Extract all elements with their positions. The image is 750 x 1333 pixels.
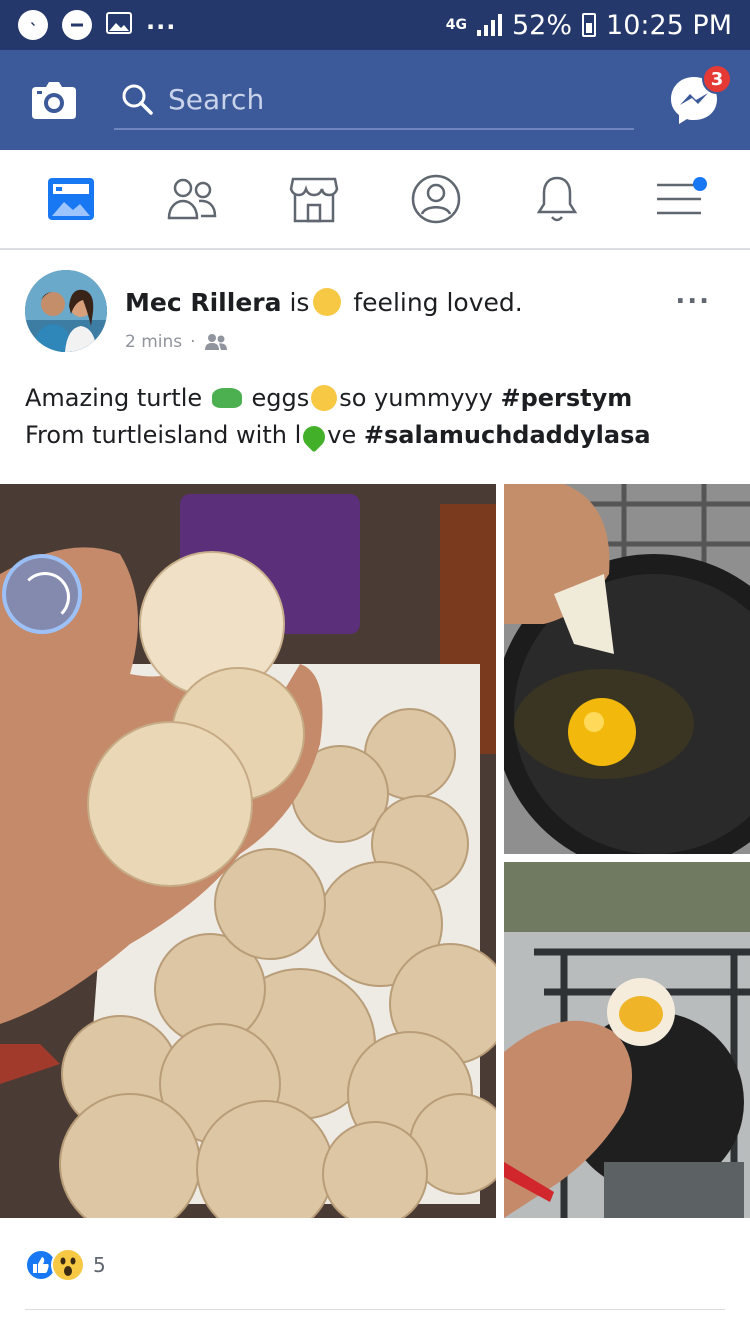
hashtag-link[interactable]: #perstym [500,384,632,412]
feeling-loved-emoji-icon [313,288,342,316]
tab-marketplace[interactable] [284,169,344,229]
caption-text: Amazing turtle [25,384,203,412]
hashtag-link[interactable]: #salamuchdaddylasa [364,421,651,449]
caption-text: so yummyyy [339,384,493,412]
author-verb: is [289,288,310,317]
gallery-notification-icon [106,12,132,38]
post-time[interactable]: 2 mins [125,332,182,352]
search-bar[interactable]: Search [114,70,634,130]
photo-grid [0,484,750,1218]
meta-separator: · [190,332,196,352]
caption-text: From turtleisland with l [25,421,302,449]
messenger-notification-icon [18,10,48,40]
messenger-button[interactable]: 3 [668,64,732,126]
photo-egg-frying[interactable] [504,484,750,854]
tab-menu[interactable] [649,169,709,229]
post-header: Mec Rillera is feeling loved. 2 mins · .… [25,270,725,360]
search-placeholder: Search [168,82,265,116]
tab-profile[interactable] [406,169,466,229]
turtle-emoji-icon [211,388,242,408]
status-bar: ... 4G 52% 10:25 PM [0,0,750,50]
avatar[interactable] [25,270,107,352]
post-more-options[interactable]: ... [675,280,711,310]
author-name[interactable]: Mec Rillera [125,288,281,317]
reaction-count: 5 [93,1253,106,1277]
bell-icon [537,176,578,222]
caption-text: ve [327,421,357,449]
reactions-summary[interactable]: 5 [25,1245,106,1285]
photo-turtle-eggs[interactable] [0,484,496,1218]
friends-icon [168,178,217,220]
more-notifications: ... [146,7,177,35]
yum-emoji-icon [311,385,338,411]
caption-text: eggs [251,384,310,412]
menu-notification-dot [693,177,708,191]
tab-news-feed[interactable] [41,169,101,229]
post-author-line: Mec Rillera is feeling loved. [125,288,523,317]
battery-percent: 52% [512,9,573,41]
loading-spinner-icon [2,554,82,634]
photo-cooked-egg[interactable] [504,862,750,1218]
post-meta: 2 mins · [125,332,228,352]
messenger-badge: 3 [702,64,732,94]
top-app-bar: Search 3 [0,50,750,150]
post-caption: Amazing turtle eggs so yummyyy #perstym F… [25,380,725,454]
news-feed-icon [47,178,94,220]
camera-icon[interactable] [30,79,78,121]
network-type: 4G [445,17,467,33]
signal-icon [477,14,502,36]
tab-notifications[interactable] [527,169,587,229]
main-tab-bar [0,150,750,250]
do-not-disturb-icon [62,10,92,40]
search-icon [122,84,153,115]
clock: 10:25 PM [606,9,732,41]
post-divider [25,1309,725,1310]
feed-post: Mec Rillera is feeling loved. 2 mins · .… [0,252,750,1333]
green-heart-emoji-icon [298,421,330,453]
profile-icon [411,174,461,224]
marketplace-icon [289,177,339,223]
friends-audience-icon [204,334,227,350]
wow-reaction-icon [51,1248,85,1282]
battery-icon [582,13,597,37]
tab-friends[interactable] [162,169,222,229]
feeling-text: feeling loved. [353,288,523,317]
